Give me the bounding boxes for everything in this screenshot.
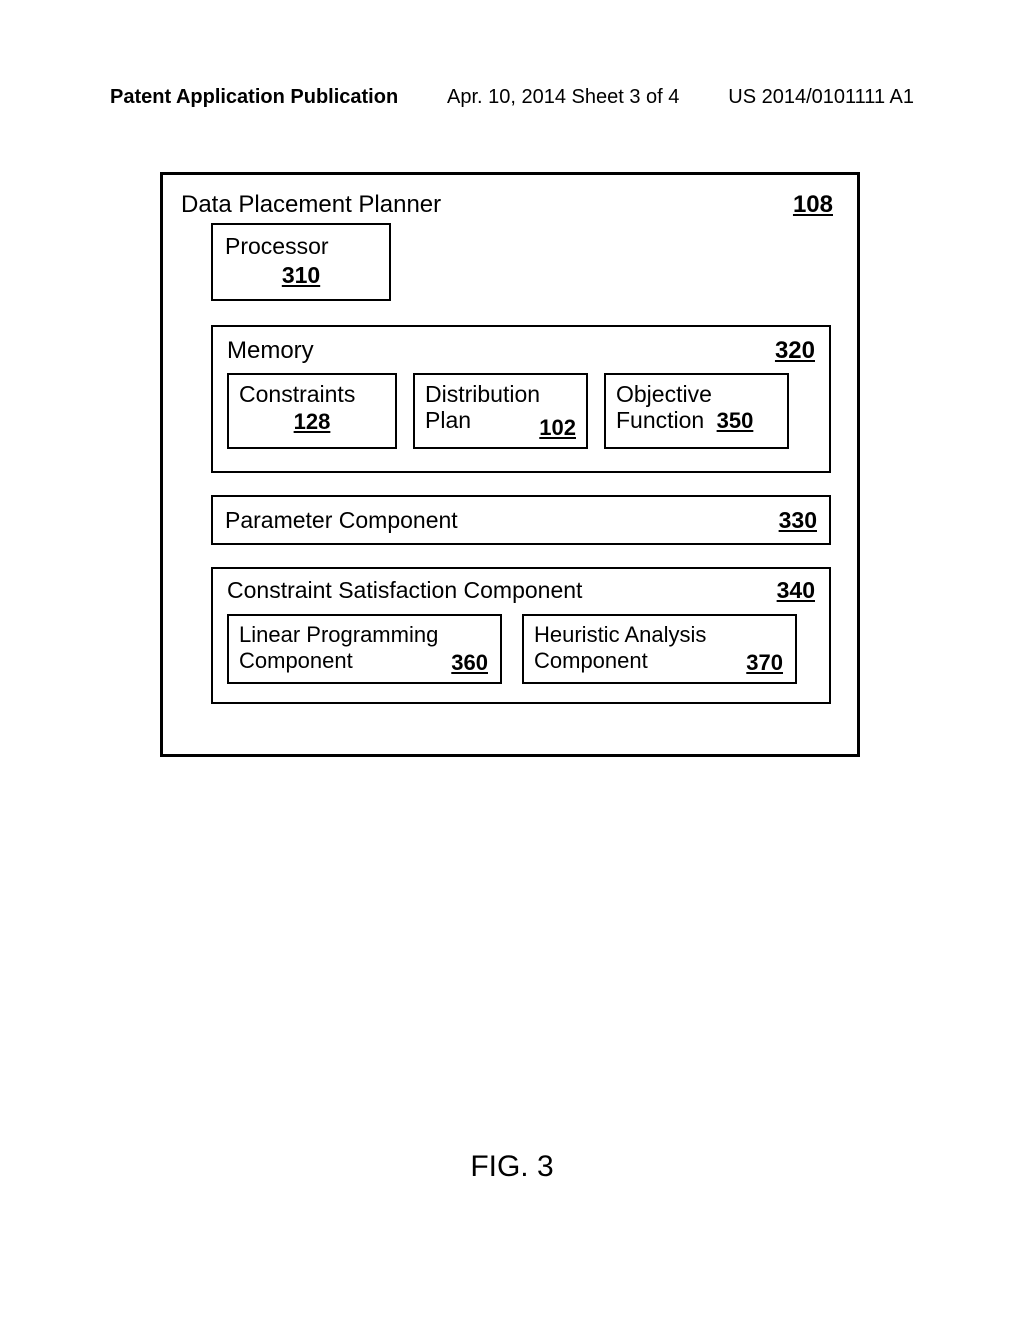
distribution-plan-box: Distribution Plan 102 xyxy=(413,373,588,449)
memory-label: Memory xyxy=(227,337,314,365)
objective-l2: Function xyxy=(616,407,704,433)
planner-ref: 108 xyxy=(793,191,833,219)
distribution-l1: Distribution xyxy=(425,381,576,407)
constraints-ref: 128 xyxy=(239,409,385,435)
page-header: Patent Application Publication Apr. 10, … xyxy=(110,86,914,109)
objective-ref: 350 xyxy=(717,408,754,433)
param-ref: 330 xyxy=(779,507,817,534)
planner-title: Data Placement Planner xyxy=(181,191,441,219)
ha-l1: Heuristic Analysis xyxy=(534,622,785,648)
header-pubno: US 2014/0101111 A1 xyxy=(728,86,914,109)
csc-label: Constraint Satisfaction Component xyxy=(227,577,582,604)
ha-ref: 370 xyxy=(746,650,783,676)
header-pub: Patent Application Publication xyxy=(110,86,398,109)
processor-ref: 310 xyxy=(282,262,320,288)
constraints-label: Constraints xyxy=(239,381,385,407)
csc-ref: 340 xyxy=(777,577,815,604)
processor-box: Processor 310 xyxy=(211,223,391,301)
parameter-component-box: Parameter Component 330 xyxy=(211,495,831,545)
header-date-sheet: Apr. 10, 2014 Sheet 3 of 4 xyxy=(447,86,679,109)
figure-caption: FIG. 3 xyxy=(0,1150,1024,1184)
memory-box: Memory 320 Constraints 128 Distribution … xyxy=(211,325,831,473)
data-placement-planner-box: Data Placement Planner 108 Processor 310… xyxy=(160,172,860,757)
constraints-box: Constraints 128 xyxy=(227,373,397,449)
objective-l1: Objective xyxy=(616,381,777,407)
lp-ref: 360 xyxy=(451,650,488,676)
distribution-ref: 102 xyxy=(539,415,576,441)
param-label: Parameter Component xyxy=(225,507,458,534)
memory-ref: 320 xyxy=(775,337,815,365)
constraint-satisfaction-box: Constraint Satisfaction Component 340 Li… xyxy=(211,567,831,704)
heuristic-analysis-box: Heuristic Analysis Component 370 xyxy=(522,614,797,684)
linear-programming-box: Linear Programming Component 360 xyxy=(227,614,502,684)
lp-l1: Linear Programming xyxy=(239,622,490,648)
processor-label: Processor xyxy=(225,233,377,260)
objective-function-box: Objective Function 350 xyxy=(604,373,789,449)
